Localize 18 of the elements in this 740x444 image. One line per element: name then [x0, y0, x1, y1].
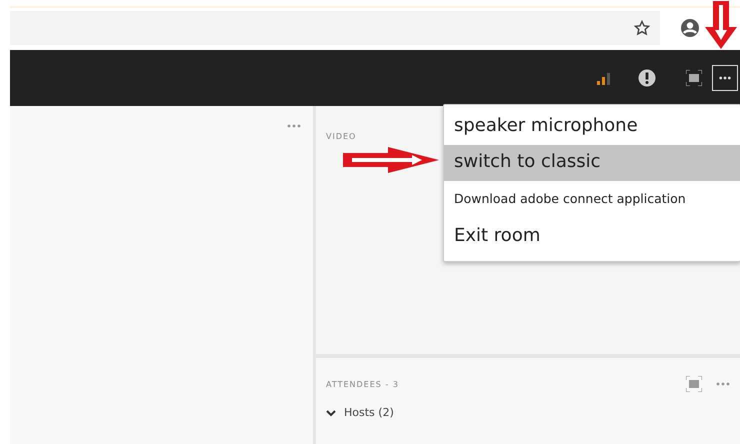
- chevron-icon: [326, 408, 336, 416]
- group-toggle[interactable]: Hosts (2): [326, 406, 394, 419]
- menu-item[interactable]: Download adobe connect application: [444, 181, 740, 219]
- pod-title: VIDEO: [326, 132, 356, 141]
- more-icon: [719, 76, 731, 80]
- arrow-icon: [342, 146, 440, 174]
- pod-title: ATTENDEES - 3: [326, 380, 399, 388]
- menu-item[interactable]: switch to classic: [444, 145, 740, 181]
- menu-item[interactable]: speaker microphone: [444, 109, 740, 145]
- info-icon[interactable]: [638, 69, 656, 87]
- more-icon[interactable]: [716, 382, 730, 386]
- account-icon[interactable]: [680, 18, 700, 38]
- menu-item[interactable]: Exit room: [444, 219, 740, 255]
- more-button[interactable]: [712, 65, 738, 91]
- arrow-icon: [704, 0, 738, 50]
- star-icon[interactable]: [634, 20, 650, 36]
- more-icon[interactable]: [287, 124, 301, 128]
- fullscreen-icon[interactable]: [686, 70, 702, 86]
